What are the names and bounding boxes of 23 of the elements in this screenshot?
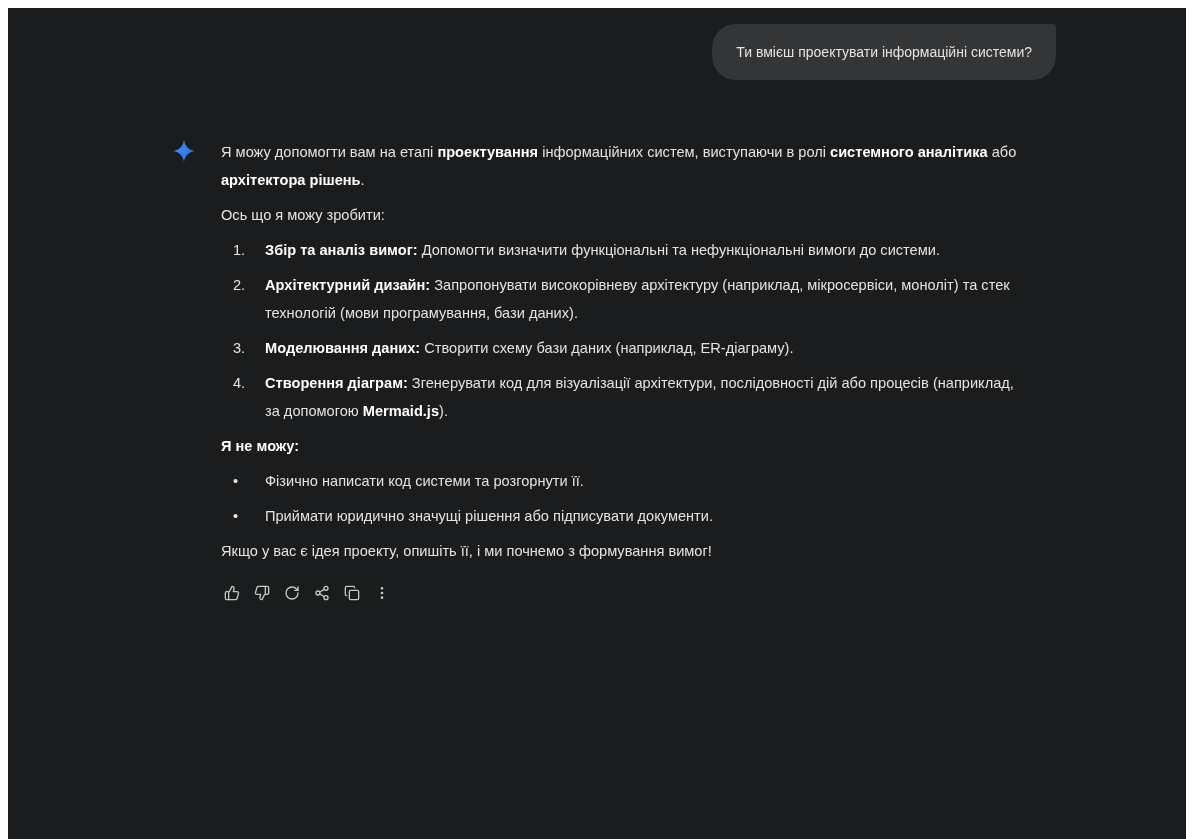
sparkle-icon xyxy=(173,140,195,162)
list-item-text: Архітектурний дизайн: Запропонувати високорівневу архітектуру (наприклад, мікросервіси, моноліт) та стек технологій (мови програмування, бази даних). xyxy=(265,276,1011,323)
share-icon xyxy=(314,585,330,601)
refresh-icon xyxy=(284,585,300,601)
list-item-text: Фізично написати код системи та розгорнути її. xyxy=(265,472,584,491)
bullet: • xyxy=(233,472,240,491)
thumbs-up-icon xyxy=(224,585,240,601)
section-heading: Я не можу: xyxy=(221,437,300,456)
thumbs-down-icon xyxy=(254,585,270,601)
list-number: 4. xyxy=(233,374,247,393)
user-message: Ти вмієш проектувати інформаційні системи? xyxy=(712,24,1056,80)
list-item-text: Створення діаграм: Згенерувати код для візуалізації архітектури, послідовності дій або процесів (наприклад, за допомогою Mermaid.js). xyxy=(265,374,1015,421)
response-paragraph: Якщо у вас є ідея проекту, опишіть її, і ми почнемо з формування вимог! xyxy=(221,542,713,561)
response-paragraph: Ось що я можу зробити: xyxy=(221,206,386,225)
list-number: 3. xyxy=(233,339,247,358)
list-item-text: Моделювання даних: Створити схему бази даних (наприклад, ER-діаграму). xyxy=(265,339,794,358)
response-paragraph: Я можу допомогти вам на етапі проектування інформаційних систем, виступаючи в ролі системного аналітика або архітектора рішень. xyxy=(221,143,1018,190)
list-item-text: Збір та аналіз вимог: Допомогти визначити функціональні та нефункціональні вимоги до системи. xyxy=(265,241,940,260)
list-number: 2. xyxy=(233,276,247,295)
list-number: 1. xyxy=(233,241,247,260)
copy-icon xyxy=(344,585,360,601)
list-item-text: Приймати юридично значущі рішення або підписувати документи. xyxy=(265,507,713,526)
bullet: • xyxy=(233,507,240,526)
